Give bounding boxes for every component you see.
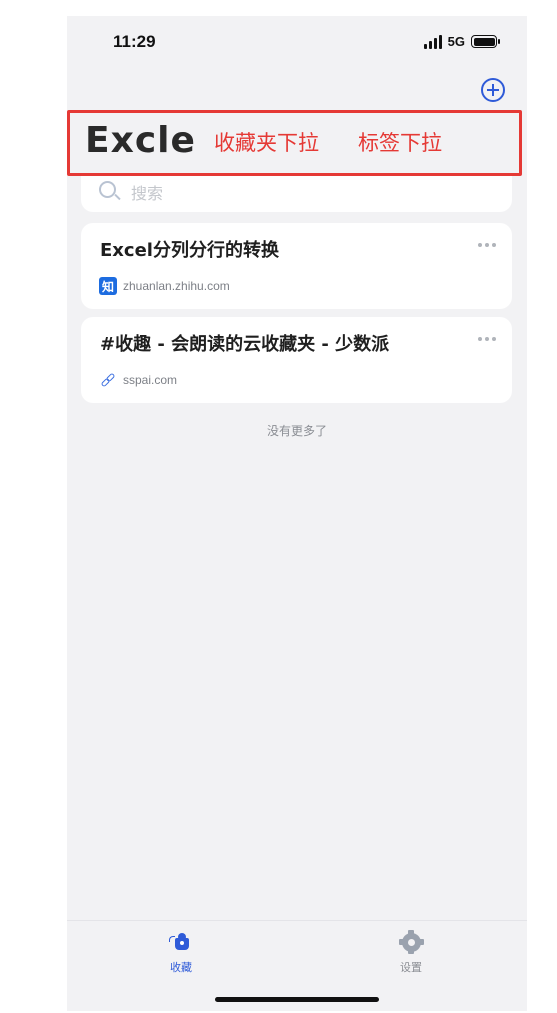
more-icon[interactable] bbox=[478, 243, 496, 247]
more-icon[interactable] bbox=[478, 337, 496, 341]
list-item[interactable]: Excel分列分行的转换 知 zhuanlan.zhihu.com bbox=[81, 223, 512, 309]
item-title: Excel分列分行的转换 bbox=[100, 240, 279, 261]
network-type: 5G bbox=[447, 34, 465, 49]
list-item[interactable]: #收趣 - 会朗读的云收藏夹 - 少数派 sspai.com bbox=[81, 317, 512, 403]
tab-collection-label: 收藏 bbox=[170, 961, 192, 974]
page-title[interactable]: Excle bbox=[85, 120, 196, 161]
add-button[interactable] bbox=[481, 78, 505, 102]
item-source-domain: zhuanlan.zhihu.com bbox=[123, 279, 230, 293]
status-indicators: 5G bbox=[423, 34, 500, 49]
item-source-domain: sspai.com bbox=[123, 373, 178, 387]
home-indicator bbox=[215, 997, 379, 1002]
signal-icon bbox=[423, 34, 442, 49]
search-placeholder: 搜索 bbox=[131, 184, 164, 203]
status-time: 11:29 bbox=[113, 32, 156, 51]
settings-gear-icon bbox=[399, 930, 424, 954]
item-source: sspai.com bbox=[99, 371, 177, 389]
tab-settings-label: 设置 bbox=[400, 961, 422, 974]
collection-icon bbox=[169, 931, 193, 953]
search-input[interactable]: 搜索 bbox=[81, 176, 512, 212]
tab-collection[interactable]: 收藏 bbox=[141, 931, 221, 975]
tab-settings[interactable]: 设置 bbox=[371, 930, 451, 975]
annotation-tag-dropdown: 标签下拉 bbox=[358, 131, 442, 155]
battery-icon bbox=[471, 35, 500, 48]
list-end-text: 没有更多了 bbox=[266, 424, 327, 438]
zhihu-icon: 知 bbox=[99, 277, 117, 295]
app-screen: 11:29 5G Excle 收藏夹下拉 标签下拉 搜索 Excel分列分行的转… bbox=[67, 16, 527, 1011]
item-title: #收趣 - 会朗读的云收藏夹 - 少数派 bbox=[100, 334, 390, 355]
item-source: 知 zhuanlan.zhihu.com bbox=[99, 277, 230, 295]
search-icon bbox=[99, 181, 121, 203]
link-icon bbox=[99, 371, 117, 389]
annotation-collection-dropdown: 收藏夹下拉 bbox=[214, 131, 319, 155]
